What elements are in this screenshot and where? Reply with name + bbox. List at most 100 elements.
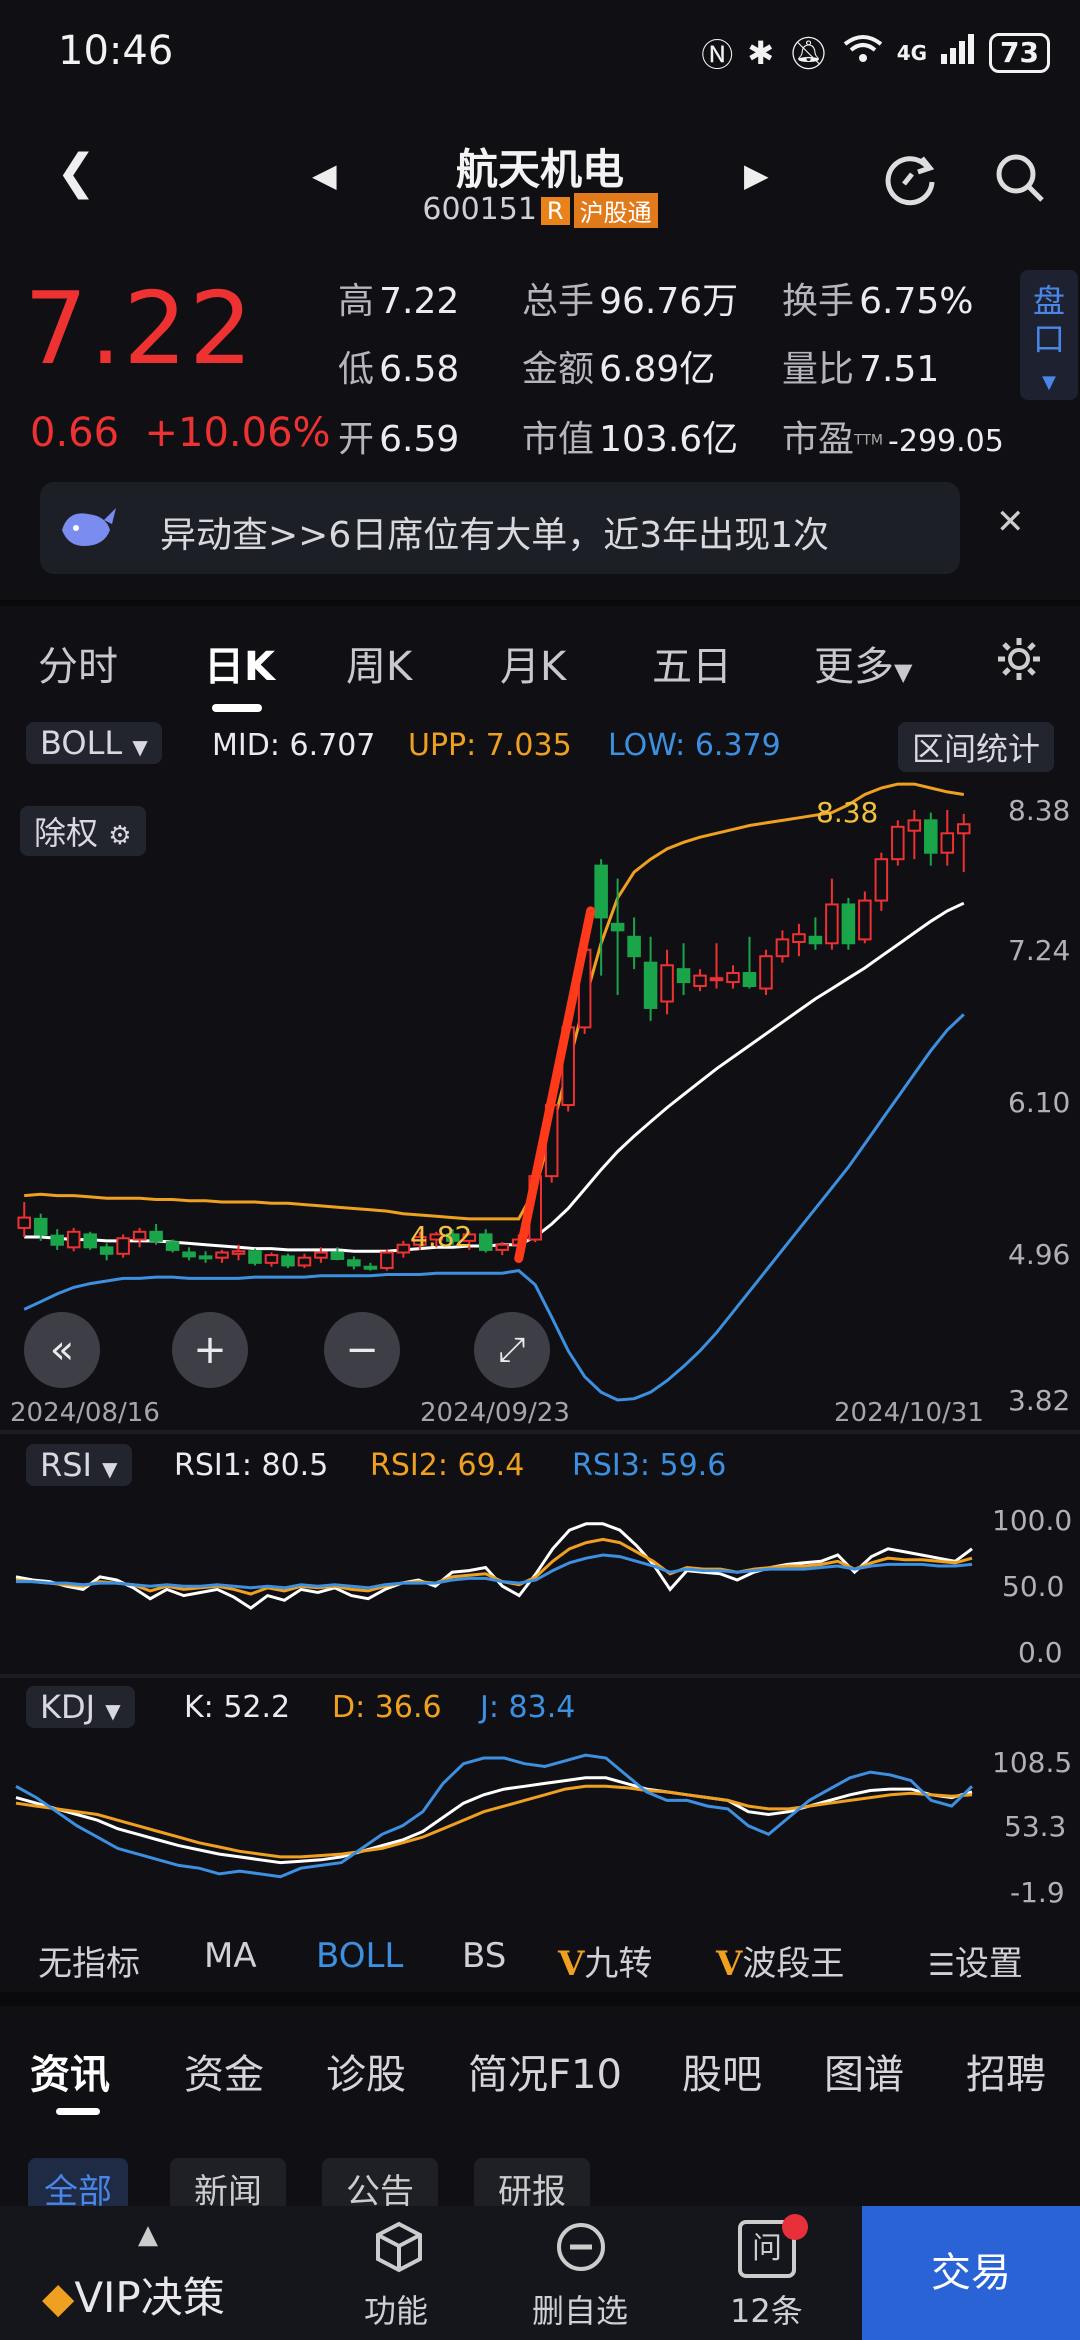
indicator-none[interactable]: 无指标	[38, 1936, 140, 1985]
subtab-announcement[interactable]: 公告	[322, 2158, 438, 2206]
indicator-ma[interactable]: MA	[204, 1936, 257, 1976]
trade-button[interactable]: 交易	[862, 2206, 1080, 2340]
high-label: 高	[338, 281, 375, 322]
candle-body	[50, 1234, 64, 1246]
candle-body	[660, 964, 674, 1003]
candle-body	[198, 1255, 213, 1260]
gear-icon[interactable]	[994, 634, 1044, 688]
turnover-field: 换手 6.75%	[782, 272, 973, 324]
adjust-label: 除权	[34, 814, 99, 852]
tab-intraday[interactable]: 分时	[38, 634, 118, 692]
amount-value: 6.89亿	[599, 349, 716, 390]
subtab-all[interactable]: 全部	[28, 2158, 128, 2206]
close-icon[interactable]: ✕	[996, 502, 1025, 542]
rsi2-label: RSI2:	[370, 1448, 448, 1483]
low-field: 低 6.58	[338, 340, 459, 392]
candle-body	[808, 935, 823, 945]
refresh-icon[interactable]	[880, 148, 940, 212]
tab-funds[interactable]: 资金	[184, 2042, 264, 2100]
fullscreen-button[interactable]: ⤢	[474, 1312, 550, 1388]
candle-body	[775, 938, 790, 958]
subtab-research[interactable]: 研报	[474, 2158, 590, 2206]
network-label: 4G	[896, 41, 928, 65]
battery-indicator: 73	[989, 33, 1050, 73]
range-stats-button[interactable]: 区间统计	[898, 722, 1055, 772]
function-button[interactable]: 功能	[308, 2206, 490, 2340]
candle-body	[792, 933, 806, 943]
zoom-in-button[interactable]: +	[172, 1312, 248, 1388]
tab-diagnosis[interactable]: 诊股	[326, 2042, 406, 2100]
rsi2-value: 69.4	[457, 1448, 525, 1483]
y-tick-2: 7.24	[1008, 934, 1071, 967]
bluetooth-icon: ✱	[747, 34, 775, 72]
minus-circle-icon	[554, 2220, 608, 2282]
turnover-label: 换手	[782, 281, 855, 322]
candle-body	[891, 825, 905, 861]
status-icons: Ⓝ ✱ 🔕︎ 4G 73	[701, 30, 1050, 76]
tab-monthly-k[interactable]: 月K	[500, 634, 566, 692]
candle-body	[396, 1243, 411, 1254]
vip-decision-button[interactable]: ▲ ◆VIP决策	[0, 2206, 306, 2340]
rsi2-readout: RSI2: 69.4	[370, 1448, 524, 1483]
candle-body	[182, 1251, 196, 1258]
low-label: 低	[338, 349, 375, 390]
tab-news[interactable]: 资讯	[30, 2042, 110, 2100]
indicator-nine-turn[interactable]: V九转	[558, 1936, 652, 1985]
function-label: 功能	[364, 2292, 429, 2330]
candle-body	[83, 1233, 97, 1249]
kdj-indicator-select[interactable]: KDJ ▼	[26, 1686, 135, 1728]
candle-body	[726, 972, 740, 984]
nine-turn-label: 九转	[584, 1944, 653, 1984]
indicator-boll[interactable]: BOLL	[316, 1936, 403, 1976]
tab-forum[interactable]: 股吧	[682, 2042, 762, 2100]
candle-body	[693, 974, 707, 987]
tab-daily-k[interactable]: 日K	[204, 634, 275, 692]
mid-label: MID:	[212, 728, 280, 763]
tab-f10[interactable]: 简况F10	[468, 2042, 622, 2100]
boll-indicator-select[interactable]: BOLL ▼	[26, 722, 162, 764]
zoom-out-button[interactable]: −	[324, 1312, 400, 1388]
candle-body	[627, 935, 641, 958]
rsi1-readout: RSI1: 80.5	[174, 1448, 328, 1483]
indicator-bs[interactable]: BS	[462, 1936, 506, 1976]
candle-body	[709, 977, 724, 982]
boll-upper-line	[24, 782, 965, 1221]
rsi1-value: 80.5	[261, 1448, 329, 1483]
remove-watchlist-button[interactable]: 删自选	[490, 2206, 672, 2340]
tab-more[interactable]: 更多▼	[814, 634, 912, 692]
nfc-icon: Ⓝ	[701, 36, 734, 74]
dropdown-icon: ▼	[894, 658, 913, 686]
adjust-button[interactable]: 除权 ⚙	[20, 806, 146, 856]
rsi-indicator-select[interactable]: RSI ▼	[26, 1444, 132, 1486]
notification-dot	[782, 2214, 808, 2240]
tab-jobs[interactable]: 招聘	[966, 2042, 1046, 2100]
amount-label: 金额	[522, 349, 595, 390]
j-readout: J: 83.4	[480, 1690, 575, 1725]
candle-body	[264, 1254, 279, 1264]
tab-weekly-k[interactable]: 周K	[346, 634, 412, 692]
scroll-left-button[interactable]: «	[24, 1312, 100, 1388]
subtab-news[interactable]: 新闻	[170, 2158, 286, 2206]
boll-low-readout: LOW: 6.379	[608, 728, 781, 763]
volume-field: 总手 96.76万	[522, 272, 738, 324]
pe-label: 市盈	[782, 419, 855, 460]
candle-body	[907, 819, 922, 832]
indicator-band-king[interactable]: V波段王	[716, 1936, 844, 1985]
candle-body	[66, 1230, 81, 1249]
ask-button[interactable]: 问 12条	[674, 2206, 856, 2340]
anomaly-alert-bar[interactable]: 异动查>>6日席位有大单，近3年出现1次 ✕	[40, 482, 1025, 574]
vol-ratio-value: 7.51	[859, 349, 940, 390]
k-label: K:	[184, 1690, 214, 1725]
rsi-chart[interactable]	[0, 1490, 1080, 1670]
y-tick-4: 4.96	[1008, 1238, 1071, 1271]
vol-ratio-label: 量比	[782, 349, 855, 390]
indicator-settings[interactable]: ☰设置	[928, 1936, 1023, 1985]
tab-five-day[interactable]: 五日	[652, 634, 732, 692]
search-icon[interactable]	[992, 150, 1048, 210]
kdj-chart[interactable]	[0, 1734, 1080, 1914]
pankou-button[interactable]: 盘口 ▼	[1020, 270, 1078, 400]
next-stock-icon[interactable]: ▶	[744, 156, 769, 194]
tab-graph[interactable]: 图谱	[824, 2042, 904, 2100]
band-king-label: 波段王	[742, 1944, 845, 1984]
period-tabs: 分时 日K 周K 月K 五日 更多▼	[0, 600, 1080, 716]
